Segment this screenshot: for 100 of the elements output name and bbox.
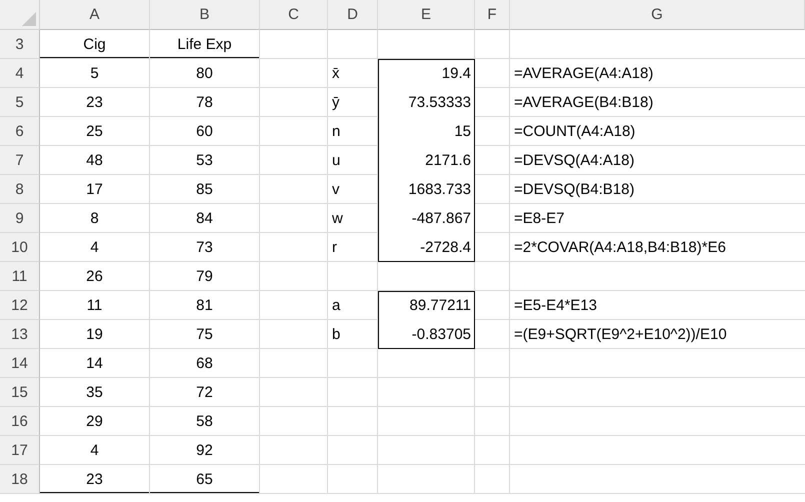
- row-header[interactable]: 4: [0, 59, 40, 88]
- row-header[interactable]: 7: [0, 146, 40, 175]
- table-cell: 19: [40, 320, 150, 349]
- table-cell: =2*COVAR(A4:A18,B4:B18)*E6: [510, 233, 805, 262]
- table-cell: 5: [40, 59, 150, 88]
- table-cell: [475, 262, 510, 291]
- table-cell: 15: [378, 117, 475, 146]
- table-cell: 25: [40, 117, 150, 146]
- column-header[interactable]: D: [328, 0, 378, 30]
- table-cell: [260, 146, 328, 175]
- column-header[interactable]: C: [260, 0, 328, 30]
- table-cell: 89.77211: [378, 291, 475, 320]
- table-cell: [475, 204, 510, 233]
- table-cell: u: [328, 146, 378, 175]
- table-cell: =E8-E7: [510, 204, 805, 233]
- table-cell: 79: [150, 262, 260, 291]
- row-header[interactable]: 17: [0, 436, 40, 465]
- table-cell: 8: [40, 204, 150, 233]
- table-cell: 4: [40, 233, 150, 262]
- table-cell: 29: [40, 407, 150, 436]
- row-header[interactable]: 16: [0, 407, 40, 436]
- table-cell: w: [328, 204, 378, 233]
- table-cell: [475, 407, 510, 436]
- table-cell: 2171.6: [378, 146, 475, 175]
- table-cell: [260, 436, 328, 465]
- table-cell: 4: [40, 436, 150, 465]
- table-cell: =DEVSQ(A4:A18): [510, 146, 805, 175]
- table-cell: 81: [150, 291, 260, 320]
- table-cell: [260, 262, 328, 291]
- row-header[interactable]: 5: [0, 88, 40, 117]
- table-cell: [475, 320, 510, 349]
- table-cell: 73.53333: [378, 88, 475, 117]
- table-cell: 11: [40, 291, 150, 320]
- table-cell: 73: [150, 233, 260, 262]
- table-cell: [260, 117, 328, 146]
- row-header[interactable]: 10: [0, 233, 40, 262]
- table-cell: =AVERAGE(A4:A18): [510, 59, 805, 88]
- row-header[interactable]: 14: [0, 349, 40, 378]
- select-all-button[interactable]: [0, 0, 40, 30]
- table-cell: 92: [150, 436, 260, 465]
- table-cell: 60: [150, 117, 260, 146]
- table-cell: -0.83705: [378, 320, 475, 349]
- table-cell: 23: [40, 88, 150, 117]
- table-cell: [260, 30, 328, 59]
- row-header[interactable]: 18: [0, 465, 40, 494]
- table-cell: [260, 320, 328, 349]
- table-cell: a: [328, 291, 378, 320]
- table-cell: =DEVSQ(B4:B18): [510, 175, 805, 204]
- table-cell: [260, 204, 328, 233]
- table-cell: [260, 349, 328, 378]
- table-cell: 58: [150, 407, 260, 436]
- table-cell: [328, 407, 378, 436]
- table-cell: 1683.733: [378, 175, 475, 204]
- table-cell: [260, 175, 328, 204]
- table-cell: [328, 465, 378, 494]
- column-header[interactable]: A: [40, 0, 150, 30]
- row-header[interactable]: 12: [0, 291, 40, 320]
- row-header[interactable]: 6: [0, 117, 40, 146]
- table-cell: [328, 30, 378, 59]
- table-cell: [260, 407, 328, 436]
- table-cell: b: [328, 320, 378, 349]
- table-cell: 35: [40, 378, 150, 407]
- table-cell: 48: [40, 146, 150, 175]
- row-header[interactable]: 15: [0, 378, 40, 407]
- table-cell: 75: [150, 320, 260, 349]
- table-cell: 26: [40, 262, 150, 291]
- row-header[interactable]: 3: [0, 30, 40, 59]
- column-header[interactable]: G: [510, 0, 805, 30]
- table-cell: v: [328, 175, 378, 204]
- table-cell: [475, 233, 510, 262]
- table-cell: ȳ: [328, 88, 378, 117]
- table-cell: [475, 436, 510, 465]
- table-cell: 84: [150, 204, 260, 233]
- table-cell: 23: [40, 465, 150, 494]
- table-cell: =(E9+SQRT(E9^2+E10^2))/E10: [510, 320, 805, 349]
- table-cell: r: [328, 233, 378, 262]
- column-header[interactable]: F: [475, 0, 510, 30]
- row-header[interactable]: 13: [0, 320, 40, 349]
- table-cell: 53: [150, 146, 260, 175]
- table-cell: [260, 291, 328, 320]
- column-header[interactable]: E: [378, 0, 475, 30]
- table-cell: 85: [150, 175, 260, 204]
- table-cell: [475, 117, 510, 146]
- table-cell: [260, 88, 328, 117]
- table-cell: [475, 30, 510, 59]
- table-cell: =AVERAGE(B4:B18): [510, 88, 805, 117]
- table-cell: [260, 378, 328, 407]
- table-cell: [475, 146, 510, 175]
- table-cell: [475, 291, 510, 320]
- row-header[interactable]: 8: [0, 175, 40, 204]
- row-header[interactable]: 11: [0, 262, 40, 291]
- table-cell: Life Exp: [150, 30, 260, 59]
- table-cell: [260, 465, 328, 494]
- column-header[interactable]: B: [150, 0, 260, 30]
- table-cell: =E5-E4*E13: [510, 291, 805, 320]
- table-cell: [475, 378, 510, 407]
- table-cell: 19.4: [378, 59, 475, 88]
- table-cell: Cig: [40, 30, 150, 59]
- table-cell: [475, 175, 510, 204]
- row-header[interactable]: 9: [0, 204, 40, 233]
